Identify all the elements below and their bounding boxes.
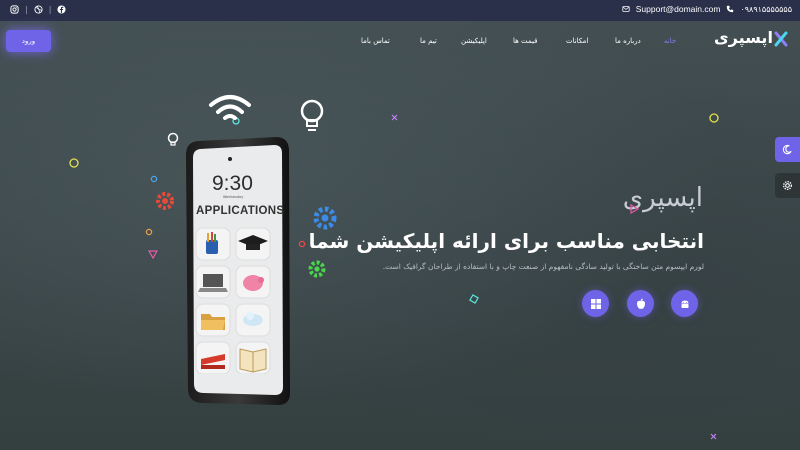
contact-info: Support@domain.com ۰۹۸۹۱۵۵۵۵۵۵۵ xyxy=(622,4,792,14)
hero-brand: اپسپری xyxy=(622,183,703,213)
small-lightbulb-icon xyxy=(167,132,179,146)
support-phone[interactable]: ۰۹۸۹۱۵۵۵۵۵۵۵ xyxy=(740,5,792,14)
moon-icon xyxy=(782,144,792,155)
red-gear-icon xyxy=(156,192,174,210)
apple-icon xyxy=(636,298,645,309)
nav-item-app[interactable]: اپلیکیشن xyxy=(461,37,487,45)
nav-item-features[interactable]: امکانات xyxy=(566,37,588,45)
windows-download-button[interactable] xyxy=(582,290,609,317)
sidebar-settings[interactable] xyxy=(775,173,800,198)
hero-background xyxy=(0,0,800,450)
social-links: | | xyxy=(10,5,66,14)
phone-applications-title: APPLICATIONS xyxy=(196,205,285,217)
top-bar: | | Support@domain.com ۰۹۸۹۱۵۵۵۵۵۵۵ xyxy=(0,0,800,21)
site-logo[interactable]: اپسپری xyxy=(714,28,788,54)
logo-text: اپسپری xyxy=(714,28,773,47)
envelope-icon xyxy=(622,6,630,12)
piggy-bank-app-icon xyxy=(235,265,271,299)
laptop-app-icon xyxy=(195,265,231,299)
phone-app-grid xyxy=(195,227,271,374)
instagram-icon[interactable] xyxy=(10,5,19,14)
nav-item-pricing[interactable]: قیمت ها xyxy=(513,37,537,45)
nav-item-about[interactable]: درباره ما xyxy=(615,37,641,45)
dribbble-icon[interactable] xyxy=(34,5,43,14)
wifi-icon xyxy=(209,95,251,120)
login-button[interactable]: ورود xyxy=(6,30,51,52)
blue-gear-icon xyxy=(313,206,337,230)
gear-icon xyxy=(783,181,792,190)
hero-title: انتخابی مناسب برای ارائه اپلیکیشن شما xyxy=(308,229,704,253)
book-app-icon xyxy=(235,341,271,374)
support-email[interactable]: Support@domain.com xyxy=(636,4,721,14)
separator: | xyxy=(48,5,52,14)
apple-download-button[interactable] xyxy=(627,290,654,317)
green-gear-icon xyxy=(308,260,326,278)
phone-date: Wednesday xyxy=(223,195,244,199)
graduation-cap-app-icon xyxy=(235,227,271,261)
nav-item-home[interactable]: خانه xyxy=(664,37,676,45)
sidebar-theme-toggle[interactable] xyxy=(775,137,800,162)
nav-item-team[interactable]: تیم ما xyxy=(420,37,437,45)
facebook-icon[interactable] xyxy=(57,5,66,14)
folder-app-icon xyxy=(195,303,231,337)
android-download-button[interactable] xyxy=(671,290,698,317)
windows-icon xyxy=(590,298,601,309)
phone-clock: 9:30 xyxy=(212,172,253,195)
stapler-app-icon xyxy=(195,341,231,374)
logo-mark-icon xyxy=(774,31,788,47)
lightbulb-icon xyxy=(300,99,324,131)
phone-icon xyxy=(727,5,734,13)
separator: | xyxy=(25,5,28,14)
pencil-cup-app-icon xyxy=(195,227,231,261)
hero-description: لورم ایپسوم متن ساختگی با تولید سادگی نا… xyxy=(382,262,704,271)
android-icon xyxy=(681,300,688,308)
cloud-app-icon xyxy=(235,303,271,337)
nav-item-contact[interactable]: تماس باما xyxy=(361,37,390,45)
